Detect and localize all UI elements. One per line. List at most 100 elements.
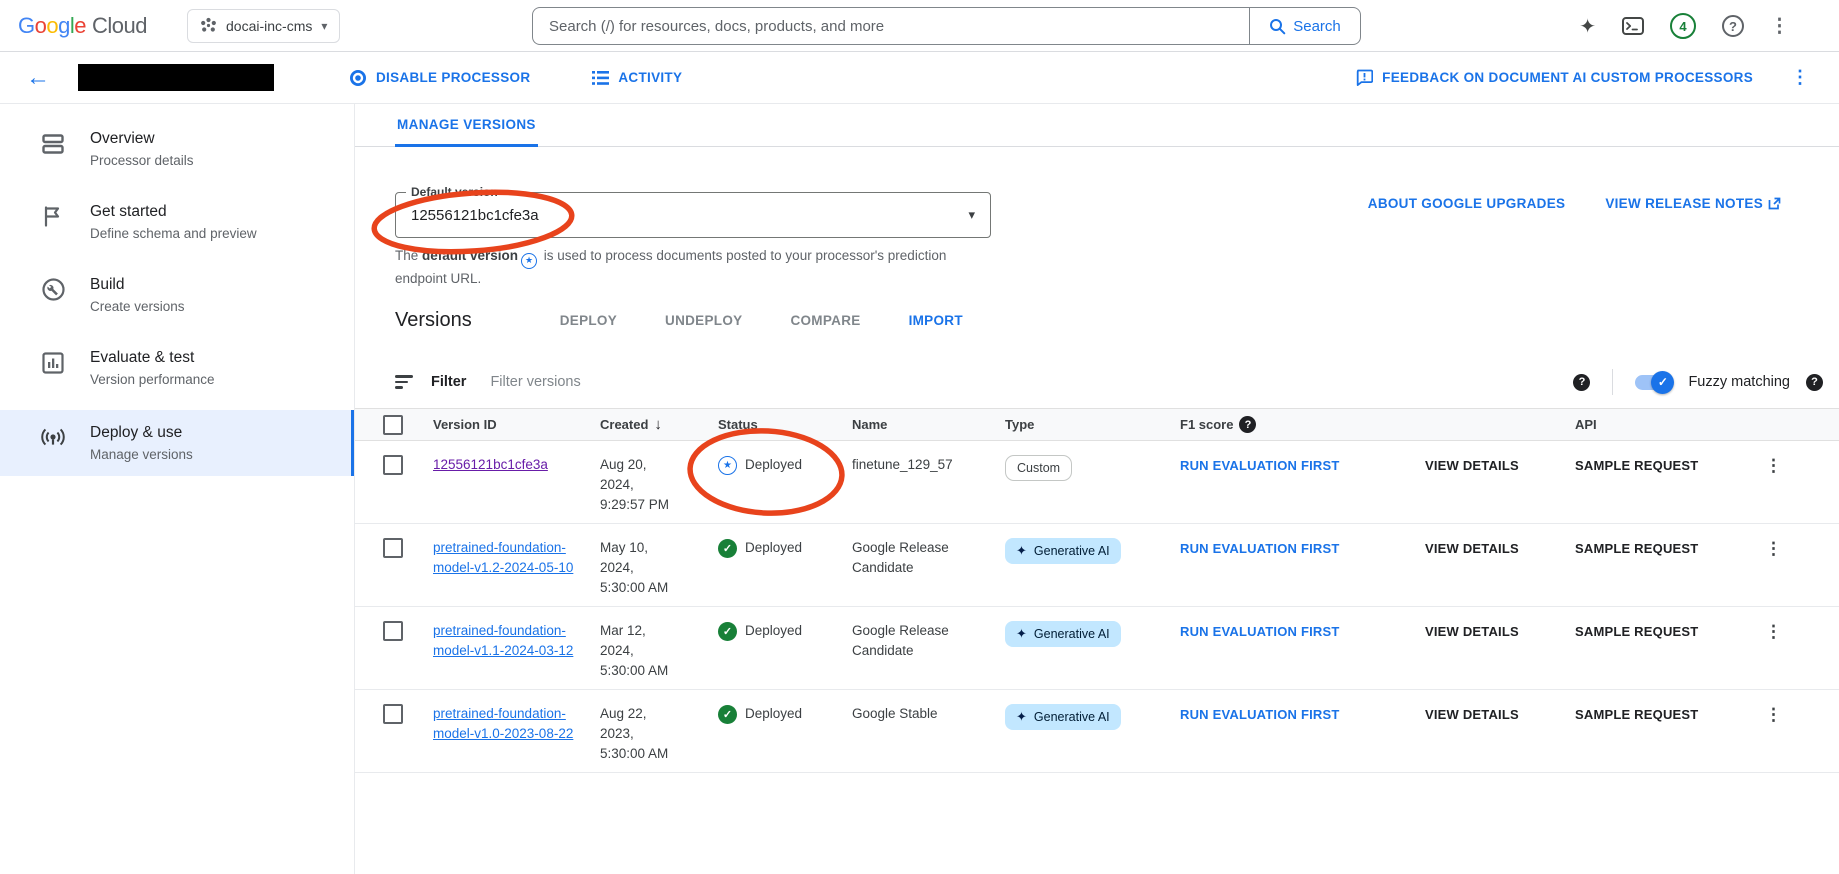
sample-request-link[interactable]: SAMPLE REQUEST xyxy=(1575,624,1698,639)
created-value: May 10, 2024, 5:30:00 AM xyxy=(600,538,680,598)
filter-help-icon[interactable]: ? xyxy=(1573,374,1590,391)
import-button[interactable]: IMPORT xyxy=(909,313,963,328)
sidebar-item-sublabel: Processor details xyxy=(90,153,194,168)
view-release-notes-link[interactable]: VIEW RELEASE NOTES xyxy=(1605,196,1781,211)
version-id-link[interactable]: pretrained-foundation-model-v1.2-2024-05… xyxy=(433,538,583,578)
status-label: Deployed xyxy=(745,538,802,558)
view-details-link[interactable]: VIEW DETAILS xyxy=(1425,458,1519,473)
run-evaluation-link[interactable]: RUN EVALUATION FIRST xyxy=(1180,458,1340,473)
created-value: Aug 20, 2024, 9:29:57 PM xyxy=(600,455,680,515)
version-id-link[interactable]: pretrained-foundation-model-v1.1-2024-03… xyxy=(433,621,583,661)
redacted-processor-name xyxy=(78,64,274,91)
col-name: Name xyxy=(852,417,1005,432)
version-id-link[interactable]: pretrained-foundation-model-v1.0-2023-08… xyxy=(433,704,583,744)
toggle-check-icon: ✓ xyxy=(1651,371,1674,394)
filter-input[interactable] xyxy=(488,373,908,391)
tab-manage-versions[interactable]: MANAGE VERSIONS xyxy=(395,104,538,147)
logo-letter: o xyxy=(35,13,47,39)
row-menu-icon[interactable]: ⋮ xyxy=(1765,539,1782,558)
row-menu-icon[interactable]: ⋮ xyxy=(1765,456,1782,475)
row-checkbox[interactable] xyxy=(383,455,403,475)
row-checkbox[interactable] xyxy=(383,538,403,558)
version-id-link[interactable]: 12556121bc1cfe3a xyxy=(433,455,548,475)
sample-request-link[interactable]: SAMPLE REQUEST xyxy=(1575,707,1698,722)
notifications-badge[interactable]: 4 xyxy=(1670,13,1696,39)
status-cell: ★ Deployed xyxy=(718,455,852,475)
activity-button[interactable]: ACTIVITY xyxy=(592,70,682,85)
back-arrow-icon[interactable]: ← xyxy=(26,66,50,90)
processor-action-bar: ← DISABLE PROCESSOR ACTIVITY xyxy=(0,52,1839,104)
deploy-button[interactable]: DEPLOY xyxy=(560,313,617,328)
sample-request-link[interactable]: SAMPLE REQUEST xyxy=(1575,541,1698,556)
fuzzy-matching-toggle[interactable]: ✓ xyxy=(1635,375,1672,390)
activity-list-icon xyxy=(592,71,609,85)
view-details-link[interactable]: VIEW DETAILS xyxy=(1425,624,1519,639)
col-status: Status xyxy=(718,417,852,432)
external-link-icon xyxy=(1768,197,1781,210)
sparkle-icon: ✦ xyxy=(1016,626,1027,642)
filter-label: Filter xyxy=(431,374,466,390)
gemini-sparkle-icon[interactable]: ✦ xyxy=(1579,14,1596,39)
search-input[interactable] xyxy=(532,7,1249,45)
google-cloud-logo[interactable]: Google Cloud xyxy=(18,13,147,39)
disable-processor-button[interactable]: DISABLE PROCESSOR xyxy=(349,69,530,87)
versions-toolbar: Versions DEPLOY UNDEPLOY COMPARE IMPORT xyxy=(395,309,963,332)
undeploy-button[interactable]: UNDEPLOY xyxy=(665,313,742,328)
more-options-icon[interactable]: ⋮ xyxy=(1770,15,1789,38)
type-chip-custom: Custom xyxy=(1005,455,1072,481)
table-row: pretrained-foundation-model-v1.2-2024-05… xyxy=(355,524,1839,607)
run-evaluation-link[interactable]: RUN EVALUATION FIRST xyxy=(1180,624,1340,639)
sidebar-item-deploy-use[interactable]: Deploy & use Manage versions xyxy=(0,410,354,476)
sidebar-item-get-started[interactable]: Get started Define schema and preview xyxy=(0,191,354,252)
help-icon[interactable]: ? xyxy=(1722,15,1744,37)
cloud-shell-icon[interactable] xyxy=(1622,17,1644,35)
run-evaluation-link[interactable]: RUN EVALUATION FIRST xyxy=(1180,541,1340,556)
select-all-checkbox[interactable] xyxy=(383,415,403,435)
sidebar-item-label: Evaluate & test xyxy=(90,348,215,369)
page-more-options-icon[interactable]: ⋮ xyxy=(1791,67,1809,88)
type-chip-generative-ai: ✦ Generative AI xyxy=(1005,621,1121,647)
col-api: API xyxy=(1575,417,1765,432)
f1-help-icon[interactable]: ? xyxy=(1239,416,1256,433)
broadcast-icon xyxy=(40,425,66,451)
filter-row: Filter ? ✓ Fuzzy matching ? xyxy=(395,362,1823,402)
fuzzy-help-icon[interactable]: ? xyxy=(1806,374,1823,391)
page: Google Cloud docai-inc-cms ▾ Search xyxy=(0,0,1839,874)
table-row: pretrained-foundation-model-v1.0-2023-08… xyxy=(355,690,1839,773)
versions-table: Version ID Created ↓ Status Name Type F1… xyxy=(355,408,1839,773)
check-circle-icon: ✓ xyxy=(718,622,737,641)
search-button[interactable]: Search xyxy=(1249,7,1361,45)
col-created-label: Created xyxy=(600,417,648,432)
compare-button[interactable]: COMPARE xyxy=(790,313,860,328)
row-menu-icon[interactable]: ⋮ xyxy=(1765,622,1782,641)
logo-letter: g xyxy=(58,13,70,39)
sidebar-item-overview[interactable]: Overview Processor details xyxy=(0,118,354,179)
project-name: docai-inc-cms xyxy=(226,18,312,34)
project-selector[interactable]: docai-inc-cms ▾ xyxy=(187,9,340,43)
default-version-select[interactable]: Default version 12556121bc1cfe3a ▾ xyxy=(395,192,991,238)
check-circle-icon: ✓ xyxy=(718,539,737,558)
feedback-button[interactable]: FEEDBACK ON DOCUMENT AI CUSTOM PROCESSOR… xyxy=(1356,69,1753,86)
sidebar-item-build[interactable]: Build Create versions xyxy=(0,264,354,325)
row-checkbox[interactable] xyxy=(383,704,403,724)
dropdown-arrow-icon: ▾ xyxy=(968,207,975,223)
sidebar-item-label: Overview xyxy=(90,129,194,150)
about-google-upgrades-link[interactable]: ABOUT GOOGLE UPGRADES xyxy=(1368,196,1566,211)
view-details-link[interactable]: VIEW DETAILS xyxy=(1425,707,1519,722)
version-name: Google Release Candidate xyxy=(852,621,972,661)
sidebar: Overview Processor details Get started D… xyxy=(0,104,355,874)
status-cell: ✓ Deployed xyxy=(718,704,852,724)
created-value: Mar 12, 2024, 5:30:00 AM xyxy=(600,621,680,681)
row-menu-icon[interactable]: ⋮ xyxy=(1765,705,1782,724)
view-details-link[interactable]: VIEW DETAILS xyxy=(1425,541,1519,556)
sidebar-item-sublabel: Manage versions xyxy=(90,447,193,462)
sidebar-item-evaluate-test[interactable]: Evaluate & test Version performance xyxy=(0,337,354,398)
col-created[interactable]: Created ↓ xyxy=(600,416,718,433)
run-evaluation-link[interactable]: RUN EVALUATION FIRST xyxy=(1180,707,1340,722)
row-checkbox[interactable] xyxy=(383,621,403,641)
search-button-label: Search xyxy=(1293,18,1341,35)
created-value: Aug 22, 2023, 5:30:00 AM xyxy=(600,704,680,764)
table-header: Version ID Created ↓ Status Name Type F1… xyxy=(355,408,1839,441)
sample-request-link[interactable]: SAMPLE REQUEST xyxy=(1575,458,1698,473)
col-version-id: Version ID xyxy=(433,417,600,432)
